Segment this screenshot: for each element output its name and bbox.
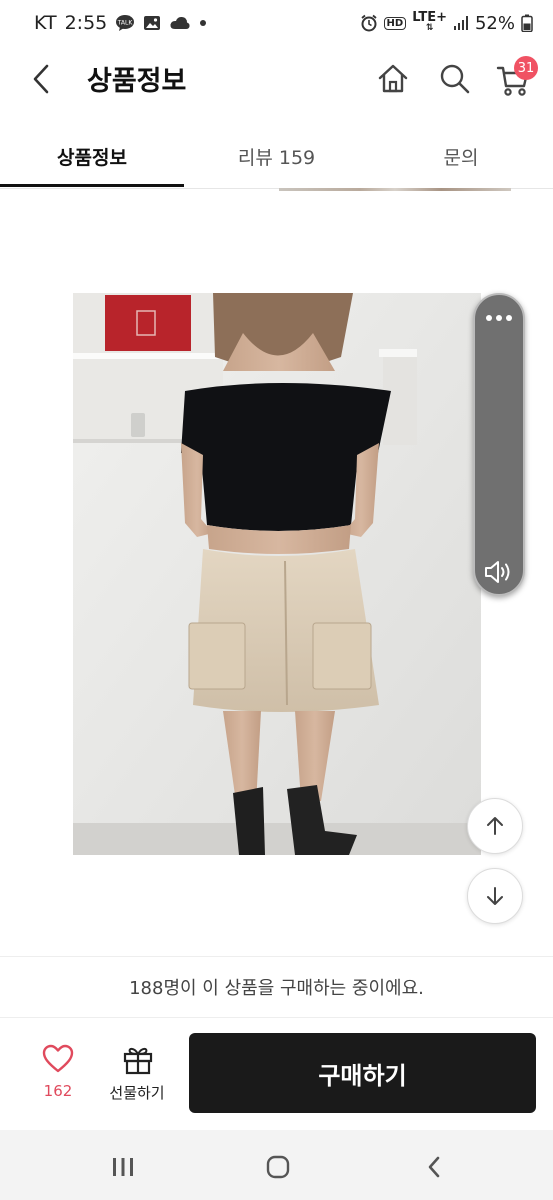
scroll-up-button[interactable] [467,798,523,854]
clock: 2:55 [64,12,108,34]
tab-label: 리뷰 159 [237,146,316,169]
image-strip-remnant [279,188,511,191]
tab-product-info[interactable]: 상품정보 [0,128,184,184]
status-right: HD LTE+ ⇅ 52% [360,10,533,34]
buy-button[interactable]: 구매하기 [189,1033,536,1113]
home-button[interactable] [376,62,410,96]
lte-arrows-icon: ⇅ [425,23,434,33]
home-circle-icon [266,1155,290,1179]
tab-label: 문의 [443,146,479,169]
status-left: KT 2:55 TALK [34,12,207,34]
buy-button-label: 구매하기 [318,1061,407,1090]
recent-apps-button[interactable] [106,1152,140,1182]
recent-apps-icon [113,1158,133,1176]
gallery-notification-icon [143,14,161,32]
tab-bar: 상품정보 리뷰 159 문의 [0,128,553,189]
active-tab-indicator [0,184,184,187]
arrow-up-icon [487,817,503,835]
hd-voice-icon: HD [383,16,407,30]
volume-button[interactable] [481,557,517,587]
signal-icon [453,15,469,31]
purchase-activity-text: 188명이 이 상품을 구매하는 중이에요. [129,978,424,999]
more-notifications-dot-icon [199,19,207,27]
tab-label: 상품정보 [57,146,127,169]
cart-count-badge: 31 [514,56,538,80]
carrier-label: KT [34,12,57,34]
gift-icon [123,1047,153,1075]
home-icon [378,64,408,93]
heart-icon [42,1044,74,1073]
like-count: 162 [43,1082,73,1100]
arrow-down-icon [487,887,503,905]
status-bar: KT 2:55 TALK HD LTE+ ⇅ 52% [0,0,553,50]
home-nav-button[interactable] [262,1152,294,1182]
search-button[interactable] [438,62,472,96]
scroll-down-button[interactable] [467,868,523,924]
product-image [73,293,481,855]
alarm-icon [360,14,378,32]
page-title: 상품정보 [87,66,187,97]
back-nav-button[interactable] [420,1152,448,1182]
more-dots-icon [486,315,512,321]
system-navigation-bar [0,1130,553,1200]
battery-icon [521,14,533,32]
volume-icon [485,561,510,583]
tab-reviews[interactable]: 리뷰 159 [184,128,369,184]
more-options-button[interactable] [481,307,517,329]
search-icon [440,64,470,94]
svg-text:TALK: TALK [117,20,134,27]
purchase-activity-banner: 188명이 이 상품을 구매하는 중이에요. [0,956,553,1018]
cloud-notification-icon [169,14,191,32]
tab-inquiry[interactable]: 문의 [369,128,553,184]
lte-icon: LTE+ ⇅ [412,10,447,34]
product-photo-illustration [73,293,481,855]
lte-label: LTE+ [412,10,447,25]
back-button[interactable] [26,62,56,96]
floating-media-panel[interactable] [473,293,525,596]
talk-notification-icon: TALK [115,14,135,32]
app-header [0,50,553,122]
battery-percent: 52% [474,12,515,34]
chevron-left-icon [33,64,49,94]
back-chevron-icon [428,1156,440,1178]
gift-label: 선물하기 [109,1084,165,1102]
